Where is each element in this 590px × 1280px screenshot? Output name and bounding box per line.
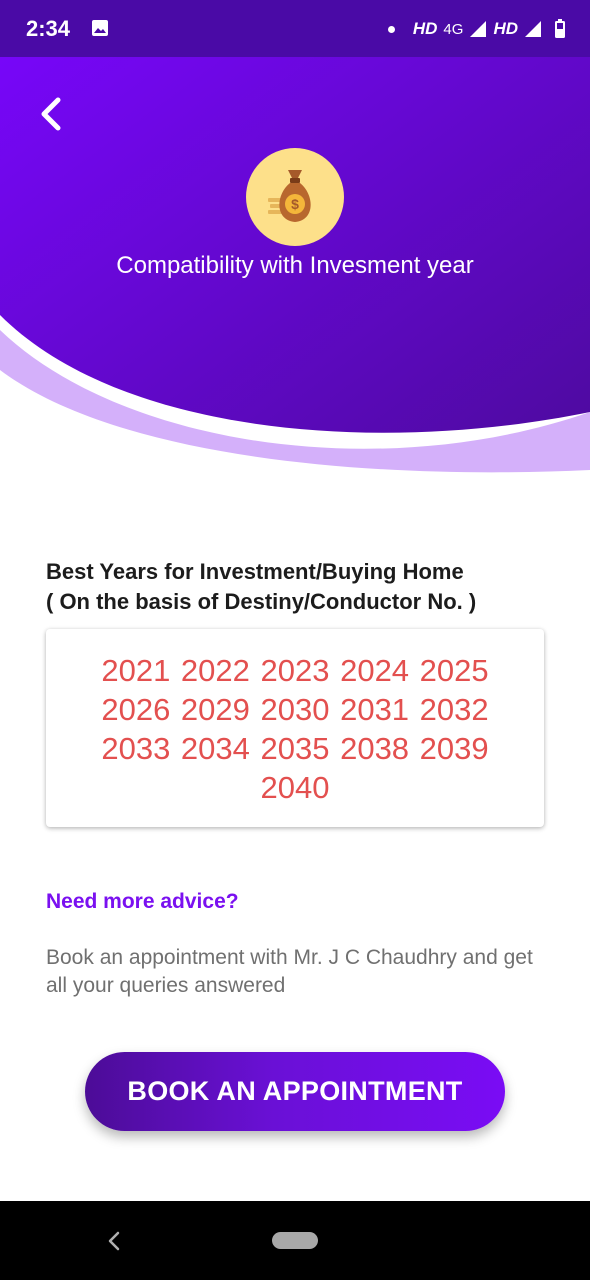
- home-pill-icon[interactable]: [272, 1232, 318, 1249]
- notification-dot-icon: [387, 25, 395, 33]
- back-icon[interactable]: [103, 1229, 125, 1253]
- svg-text:$: $: [291, 196, 299, 212]
- image-icon: [92, 20, 108, 36]
- status-icons: HD 4G HD: [387, 17, 566, 41]
- navigation-bar: [0, 1201, 590, 1280]
- network-label-2: HD: [493, 19, 518, 38]
- advice-heading: Need more advice?: [46, 890, 239, 913]
- money-bag-icon: $: [268, 170, 311, 222]
- battery-icon: [555, 19, 565, 38]
- network-type: 4G: [443, 20, 464, 38]
- chevron-left-icon: [41, 97, 61, 131]
- advice-text: Book an appointment with Mr. J C Chaudhr…: [46, 946, 533, 997]
- status-bar: 2:34 HD 4G HD: [0, 0, 590, 57]
- book-appointment-button[interactable]: BOOK AN APPOINTMENT: [85, 1052, 505, 1131]
- status-time: 2:34: [26, 16, 71, 41]
- screen: 2:34 HD 4G HD $ Compatibility with Inves…: [0, 0, 590, 1280]
- section-heading-line-2: ( On the basis of Destiny/Conductor No. …: [46, 589, 477, 614]
- money-bag-icon-circle: $: [246, 148, 344, 246]
- back-button[interactable]: [30, 92, 74, 136]
- best-years-list: 2021 2022 2023 2024 2025 2026 2029 2030 …: [101, 653, 489, 805]
- signal-icon: [525, 21, 541, 37]
- section-heading: Best Years for Investment/Buying Home ( …: [46, 557, 546, 617]
- network-label-1: HD: [412, 19, 438, 38]
- section-heading-line-1: Best Years for Investment/Buying Home: [46, 559, 464, 584]
- years-card: 2021 2022 2023 2024 2025 2026 2029 2030 …: [46, 629, 544, 827]
- page-title: Compatibility with Invesment year: [116, 252, 474, 279]
- signal-icon: [470, 21, 487, 37]
